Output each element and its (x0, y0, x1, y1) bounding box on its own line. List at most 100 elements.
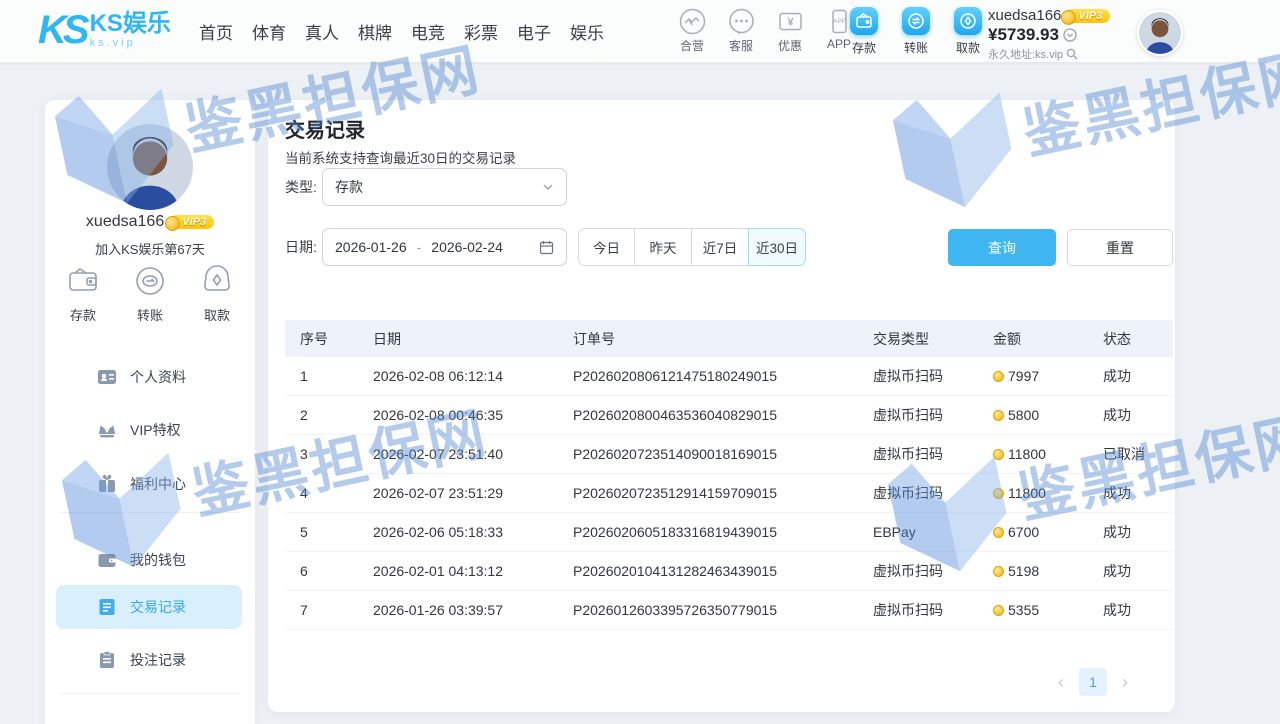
site-logo[interactable]: KS KS娱乐 ks.vip (38, 8, 171, 52)
profile-icon (97, 367, 117, 387)
coin-icon (993, 371, 1004, 382)
menu-item-wallet[interactable]: 我的钱包 (56, 538, 242, 582)
user-avatar[interactable] (1137, 10, 1183, 56)
table-row: 4 2026-02-07 23:51:29 P20260207235129141… (285, 474, 1173, 513)
balance: ¥5739.93 (988, 25, 1059, 45)
table-row: 1 2026-02-08 06:12:14 P20260208061214751… (285, 357, 1173, 396)
nav-item[interactable]: 首页 (199, 19, 233, 44)
menu-divider (60, 693, 240, 694)
page-number[interactable]: 1 (1079, 668, 1107, 696)
permanent-address: 永久地址:ks.vip (988, 46, 1063, 62)
withdraw-icon (954, 7, 982, 35)
sidebar-transfer-button[interactable]: 转账 (127, 263, 173, 324)
welfare-icon (97, 474, 117, 494)
cell-order: P2026012603395726350779015 (573, 602, 873, 618)
type-select[interactable]: 存款 (322, 168, 567, 206)
nav-item[interactable]: 彩票 (464, 19, 498, 44)
quick-range-button[interactable]: 今日 (578, 228, 635, 266)
col-header: 日期 (373, 329, 573, 349)
cell-date: 2026-02-08 00:46:35 (373, 407, 573, 423)
date-start: 2026-01-26 (335, 239, 407, 255)
cell-order: P2026020605183316819439015 (573, 524, 873, 540)
cell-no: 6 (285, 563, 373, 579)
main-panel: 交易记录 当前系统支持查询最近30日的交易记录 类型: 存款 日期: 2026-… (268, 100, 1175, 712)
cell-status: 成功 (1103, 405, 1173, 425)
nav-item[interactable]: 电子 (517, 19, 551, 44)
table-row: 3 2026-02-07 23:51:40 P20260207235140900… (285, 435, 1173, 474)
customer-service-button[interactable]: 客服 (723, 8, 759, 54)
cell-type: 虚拟币扫码 (873, 444, 993, 464)
cell-status: 成功 (1103, 366, 1173, 386)
vip-badge: VIP3 (170, 215, 214, 229)
customer-service-icon (728, 8, 755, 35)
menu-item-betting-records[interactable]: 投注记录 (56, 638, 242, 682)
sidebar-deposit-button[interactable]: 存款 (60, 263, 106, 324)
next-page-button[interactable]: › (1122, 668, 1128, 696)
logo-title: KS娱乐 (90, 11, 171, 37)
nav-item[interactable]: 棋牌 (358, 19, 392, 44)
menu-divider (60, 512, 240, 513)
transfer-icon (132, 263, 168, 299)
cell-order: P2026020723514090018169015 (573, 446, 873, 462)
top-header: KS KS娱乐 ks.vip 首页体育真人棋牌电竞彩票电子娱乐 合营 (0, 0, 1280, 63)
svg-text:APP: APP (832, 18, 845, 25)
menu-item-welfare[interactable]: 福利中心 (56, 462, 242, 506)
deposit-icon (850, 7, 878, 35)
transfer-button[interactable]: 转账 (898, 7, 934, 56)
col-header: 金额 (993, 329, 1103, 349)
cell-amount: 6700 (993, 524, 1103, 540)
menu-item-vip[interactable]: VIP特权 (56, 408, 242, 452)
date-label: 日期: (285, 228, 317, 266)
cell-status: 成功 (1103, 483, 1173, 503)
quick-range-button[interactable]: 昨天 (635, 228, 692, 266)
magnifier-icon[interactable] (1066, 48, 1078, 60)
date-range-input[interactable]: 2026-01-26 - 2026-02-24 (322, 228, 567, 266)
cell-amount: 5800 (993, 407, 1103, 423)
cell-amount: 11800 (993, 485, 1103, 501)
deposit-button[interactable]: 存款 (846, 7, 882, 56)
search-button[interactable]: 查询 (948, 229, 1056, 266)
page-title: 交易记录 (285, 114, 365, 143)
coin-icon (993, 488, 1004, 499)
prev-page-button[interactable]: ‹ (1058, 668, 1064, 696)
quick-range-button[interactable]: 近7日 (692, 228, 749, 266)
pagination: ‹ 1 › (1058, 668, 1128, 696)
menu-item-profile[interactable]: 个人资料 (56, 355, 242, 399)
nav-item[interactable]: 电竞 (411, 19, 445, 44)
col-header: 交易类型 (873, 329, 993, 349)
cell-no: 5 (285, 524, 373, 540)
cell-date: 2026-02-07 23:51:29 (373, 485, 573, 501)
cell-no: 4 (285, 485, 373, 501)
nav-item[interactable]: 体育 (252, 19, 286, 44)
partner-button[interactable]: 合营 (674, 8, 710, 54)
sidebar-withdraw-button[interactable]: 取款 (194, 263, 240, 324)
cell-type: 虚拟币扫码 (873, 561, 993, 581)
col-header: 状态 (1103, 329, 1173, 349)
cell-type: 虚拟币扫码 (873, 483, 993, 503)
cell-amount: 7997 (993, 368, 1103, 384)
ks-logo-icon: KS (38, 8, 86, 52)
cell-no: 2 (285, 407, 373, 423)
main-nav: 首页体育真人棋牌电竞彩票电子娱乐 (199, 0, 604, 63)
nav-item[interactable]: 娱乐 (570, 19, 604, 44)
nav-item[interactable]: 真人 (305, 19, 339, 44)
cell-date: 2026-01-26 03:39:57 (373, 602, 573, 618)
reset-button[interactable]: 重置 (1067, 229, 1173, 266)
menu-item-transactions[interactable]: 交易记录 (56, 585, 242, 629)
transactions-icon (97, 597, 117, 617)
vip-crown-icon (97, 420, 117, 440)
cell-date: 2026-02-06 05:18:33 (373, 524, 573, 540)
balance-toggle-icon[interactable] (1063, 28, 1077, 42)
date-end: 2026-02-24 (431, 239, 503, 255)
transfer-icon (902, 7, 930, 35)
transactions-table: 序号 日期 订单号 交易类型 金额 状态 1 2026-02-08 06:12:… (285, 320, 1173, 630)
sidebar: xuedsa166 VIP3 加入KS娱乐第67天 存款 (45, 100, 255, 724)
promotions-button[interactable]: ¥ 优惠 (772, 8, 808, 54)
handshake-icon (679, 8, 706, 35)
joined-days: 加入KS娱乐第67天 (45, 239, 255, 258)
quick-range-button[interactable]: 近30日 (748, 228, 806, 266)
username: xuedsa166 (988, 7, 1061, 24)
menu-item-partial[interactable] (56, 712, 242, 724)
table-row: 7 2026-01-26 03:39:57 P20260126033957263… (285, 591, 1173, 630)
withdraw-button[interactable]: 取款 (950, 7, 986, 56)
